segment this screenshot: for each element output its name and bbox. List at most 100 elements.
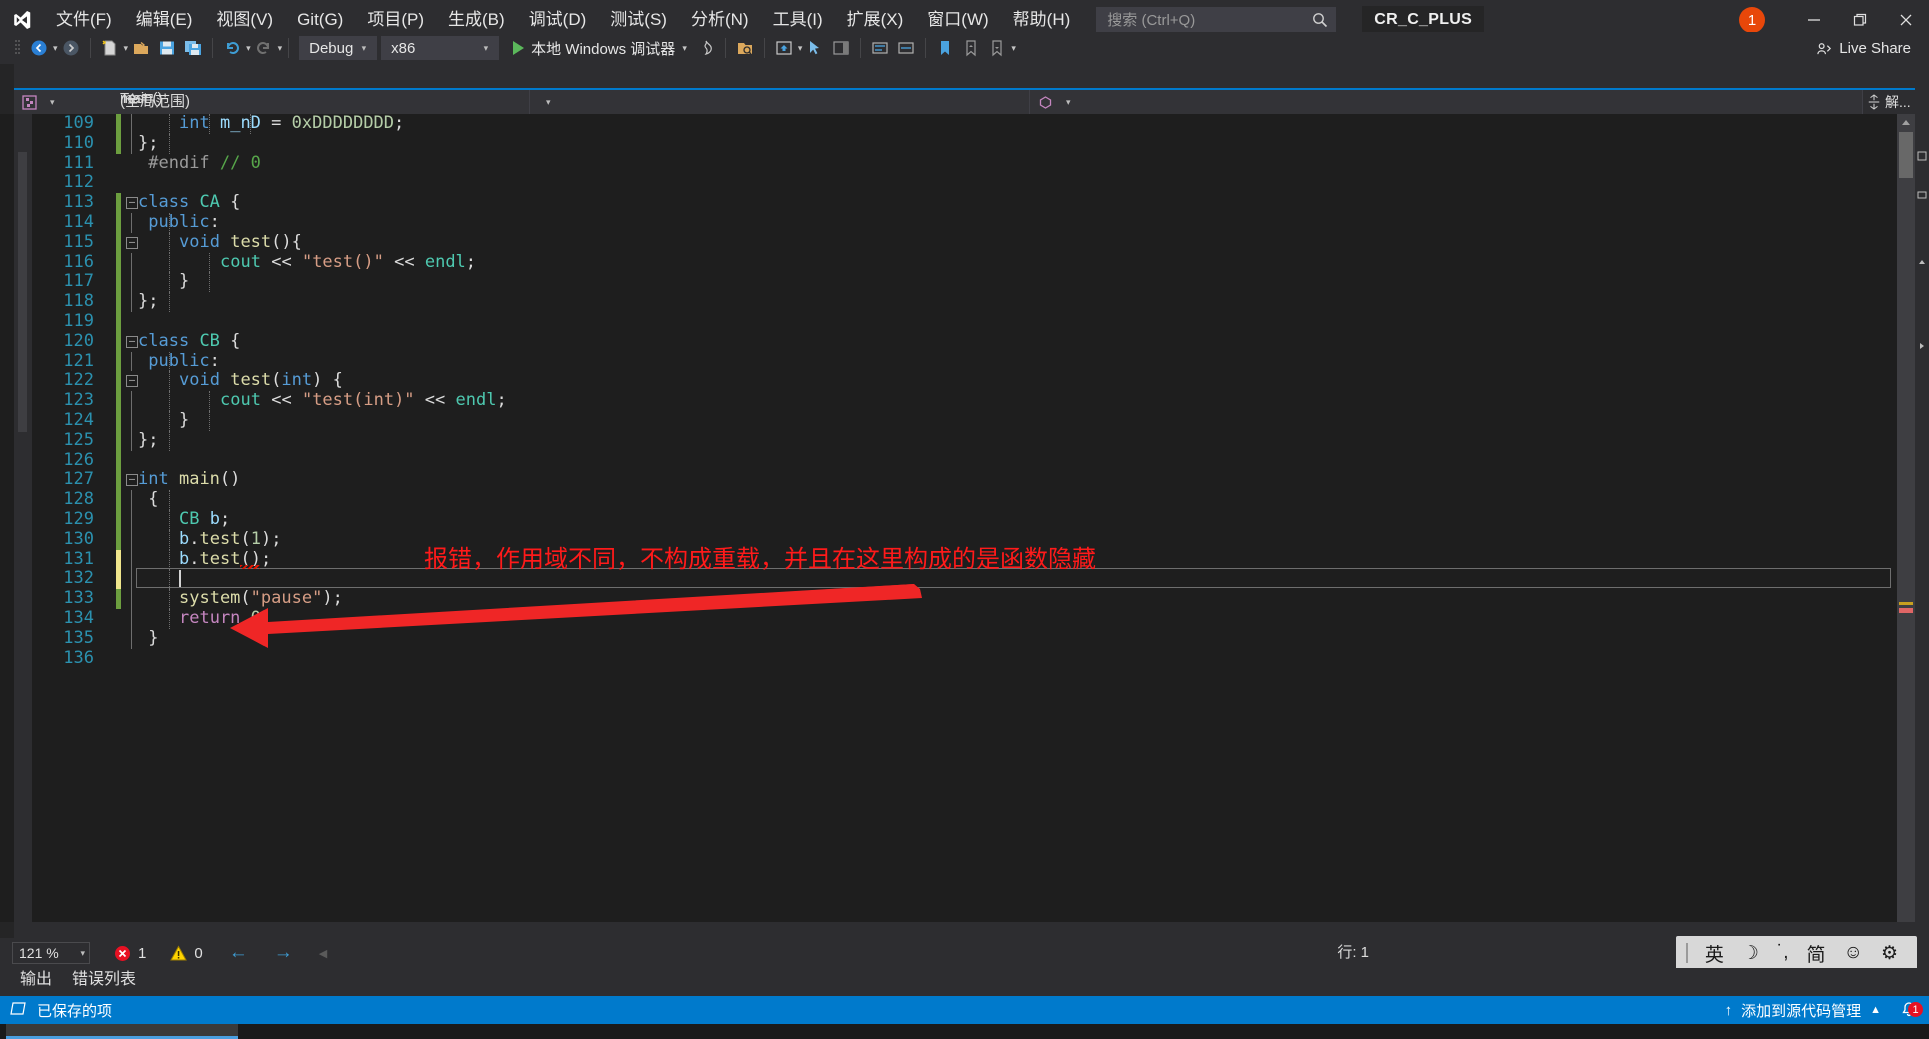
solution-configuration-combo[interactable]: Debug ▾ <box>299 36 378 60</box>
previous-issue-icon[interactable]: ◀ <box>319 947 327 960</box>
open-file-button[interactable] <box>128 35 154 61</box>
tab-output[interactable]: 输出 <box>10 966 62 999</box>
editor-margin-thumb[interactable] <box>18 152 27 432</box>
undo-button[interactable] <box>219 35 245 61</box>
navigate-backward-button[interactable] <box>26 35 52 61</box>
code-line[interactable]: 124 } <box>32 410 1897 431</box>
redo-dropdown-icon[interactable]: ▾ <box>278 43 283 54</box>
error-count-indicator[interactable]: 1 <box>114 945 146 962</box>
code-line[interactable]: 116 cout << "test()" << endl; <box>32 252 1897 273</box>
collapse-panel-icon[interactable] <box>1916 256 1928 268</box>
code-line[interactable]: 109 int m_nD = 0xDDDDDDDD; <box>32 114 1897 134</box>
project-selector-dropdown[interactable]: Test ▾ <box>14 90 530 114</box>
live-preview-button[interactable] <box>771 35 797 61</box>
code-line[interactable]: 126 <box>32 450 1897 471</box>
expand-panel-icon[interactable] <box>1916 340 1928 352</box>
code-line[interactable]: 111 #endif // 0 <box>32 153 1897 174</box>
redo-button[interactable] <box>251 35 277 61</box>
chevron-down-icon[interactable]: ▾ <box>80 948 85 959</box>
split-editor-button[interactable] <box>1863 90 1885 114</box>
code-line[interactable]: 127 – int main() <box>32 469 1897 491</box>
chevron-down-icon[interactable]: ▾ <box>478 43 495 54</box>
add-to-source-control-button[interactable]: ↑ 添加到源代码管理 ▲ <box>1717 1000 1889 1021</box>
ime-language-toggle[interactable]: 英 <box>1696 940 1733 967</box>
code-line[interactable]: 136 <box>32 648 1897 669</box>
comment-lines-button[interactable] <box>867 35 893 61</box>
collapse-region-button[interactable]: – <box>126 197 138 210</box>
toolbox-icon[interactable] <box>1916 188 1928 200</box>
collapse-region-button[interactable]: – <box>126 375 138 388</box>
code-line[interactable]: 135 } <box>32 628 1897 649</box>
warning-count-indicator[interactable]: 0 <box>170 945 203 962</box>
ime-settings-gear-icon[interactable]: ⚙ <box>1872 942 1907 965</box>
code-line[interactable]: 128 { <box>32 489 1897 510</box>
scope-selector-dropdown[interactable]: (全局范围) ▾ <box>120 90 1030 114</box>
solution-explorer-tab-label[interactable]: 解... <box>1885 90 1915 114</box>
navigate-back-arrow-icon[interactable]: ← <box>229 942 248 964</box>
uncomment-lines-button[interactable] <box>893 35 919 61</box>
ime-simplified-toggle[interactable]: 简 <box>1798 940 1835 967</box>
previous-bookmark-button[interactable] <box>958 35 984 61</box>
chevron-down-icon[interactable]: ▾ <box>1058 97 1079 108</box>
navigate-forward-arrow-icon[interactable]: → <box>274 942 293 964</box>
code-line[interactable]: 122 – void test(int) { <box>32 370 1897 392</box>
code-line[interactable]: 112 <box>32 173 1897 193</box>
solution-platform-combo[interactable]: x86 ▾ <box>381 36 500 60</box>
code-line[interactable]: 114 public: <box>32 212 1897 233</box>
new-item-button[interactable] <box>97 35 123 61</box>
function-selector-dropdown[interactable]: main() ▾ <box>120 90 1863 114</box>
next-bookmark-button[interactable] <box>984 35 1010 61</box>
toggle-panel-button[interactable] <box>828 35 854 61</box>
notifications-button[interactable]: 1 <box>1889 1001 1929 1019</box>
global-search-box[interactable] <box>1096 7 1337 33</box>
toolbar-grip[interactable] <box>14 38 22 58</box>
ime-emoji-icon[interactable]: ☺ <box>1835 942 1872 964</box>
chevron-up-icon[interactable]: ▲ <box>1870 1004 1881 1016</box>
editor-scroll-thumb[interactable] <box>1899 132 1913 178</box>
code-line[interactable]: 120 – class CB { <box>32 331 1897 352</box>
code-line[interactable]: 133 system("pause"); <box>32 588 1897 609</box>
code-line[interactable]: 134 return 0; <box>32 608 1897 629</box>
start-debugging-button[interactable]: 本地 Windows 调试器 ▾ <box>507 35 693 61</box>
chevron-down-icon[interactable]: ▾ <box>356 43 373 54</box>
code-line[interactable]: 110}; <box>32 133 1897 154</box>
zoom-level-combo[interactable]: 121 % ▾ <box>12 942 90 964</box>
ime-punctuation-icon[interactable]: ˙, <box>1768 942 1798 964</box>
code-line[interactable]: 125}; <box>32 430 1897 451</box>
chevron-down-icon[interactable]: ▾ <box>538 97 559 108</box>
toggle-bookmark-button[interactable] <box>932 35 958 61</box>
right-tool-rail[interactable] <box>1915 88 1929 922</box>
account-notification-badge[interactable]: 1 <box>1739 7 1765 33</box>
tab-error-list[interactable]: 错误列表 <box>62 966 146 999</box>
chevron-down-icon[interactable]: ▾ <box>682 43 687 54</box>
toolbar-overflow-icon[interactable]: ▾ <box>1011 43 1016 54</box>
scroll-up-button[interactable] <box>1897 114 1915 132</box>
code-line[interactable]: 117 } <box>32 271 1897 293</box>
code-text-area[interactable]: 109 int m_nD = 0xDDDDDDDD; 110}; 111 #endi… <box>32 114 1897 922</box>
live-share-button[interactable]: Live Share <box>1816 36 1911 60</box>
select-startup-item-button[interactable] <box>732 35 758 61</box>
collapse-region-button[interactable]: – <box>126 335 138 348</box>
navigate-forward-button[interactable] <box>58 35 84 61</box>
collapse-region-button[interactable]: – <box>126 474 138 487</box>
save-button[interactable] <box>154 35 180 61</box>
code-editor[interactable]: 109 int m_nD = 0xDDDDDDDD; 110}; 111 #endi… <box>14 114 1915 922</box>
chevron-down-icon[interactable]: ▾ <box>42 97 63 108</box>
code-line[interactable]: 129 CB b; <box>32 509 1897 530</box>
hot-reload-button[interactable] <box>693 35 719 61</box>
ime-grip[interactable] <box>1685 943 1688 963</box>
code-line[interactable]: 118}; <box>32 291 1897 312</box>
collapse-region-button[interactable]: – <box>126 236 138 249</box>
ime-moon-icon[interactable]: ☽ <box>1733 942 1768 965</box>
code-line[interactable]: 119 <box>32 311 1897 332</box>
ime-language-bar[interactable]: 英 ☽ ˙, 简 ☺ ⚙ <box>1675 936 1917 970</box>
code-line[interactable]: 115 – void test(){ <box>32 232 1897 253</box>
code-line[interactable]: 121 public: <box>32 351 1897 372</box>
properties-pin-icon[interactable] <box>1916 150 1928 162</box>
search-input[interactable] <box>1107 11 1312 29</box>
save-all-button[interactable] <box>180 35 206 61</box>
code-line[interactable]: 123 cout << "test(int)" << endl; <box>32 390 1897 411</box>
code-line[interactable]: 113 – class CA { <box>32 192 1897 213</box>
select-element-button[interactable] <box>802 35 828 61</box>
editor-vertical-scrollbar[interactable] <box>1897 114 1915 922</box>
